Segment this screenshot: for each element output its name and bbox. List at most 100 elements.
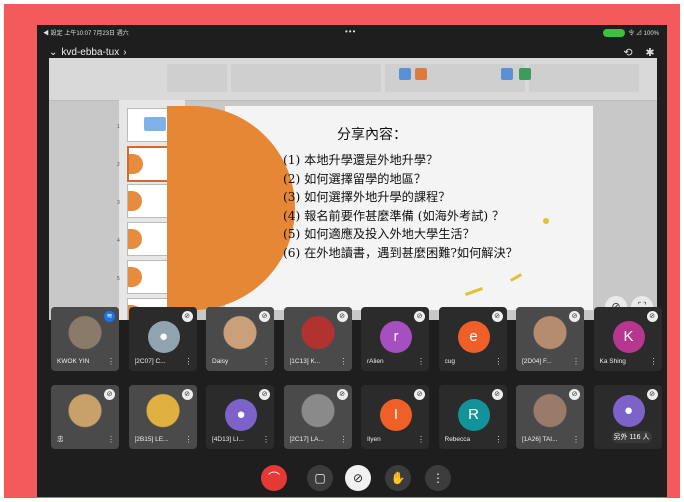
participant-tile[interactable]: KWOK YIN ⋮ ≋ (51, 307, 119, 371)
status-left: ◀ 設定 上午10:07 7月23日 週六 (43, 31, 129, 37)
slide-number: 5 (117, 276, 120, 282)
camera-off-button[interactable]: ▢ (307, 465, 333, 491)
participant-tile[interactable]: Daisy ⋮ ⊘ (206, 307, 274, 371)
participant-name: [2B15] LE... (134, 436, 169, 443)
more-participants-label[interactable]: 另外 116 人 (611, 431, 652, 443)
arrange-icon (415, 68, 427, 80)
status-bar: ◀ 設定 上午10:07 7月23日 週六 ••• 令 ⊿ 100% (37, 25, 667, 39)
participant-tile[interactable]: e cug ⋮ ⊘ (438, 307, 507, 371)
participant-tile[interactable]: ● [4D13] LI... ⋮ ⊘ (206, 385, 274, 449)
design-icon (519, 68, 531, 80)
speaking-icon: ≋ (104, 311, 115, 322)
status-right: 令 ⊿ 100% (603, 28, 659, 37)
slide-number: 1 (117, 124, 120, 130)
participant-tile[interactable]: r rAlien ⋮ ⊘ (361, 307, 429, 371)
person-icon: ● (147, 321, 180, 353)
participant-menu-icon[interactable]: ⋮ (572, 435, 580, 444)
chevron-down-icon[interactable]: ⌄ (49, 47, 57, 58)
participant-tile[interactable]: ● 另外 116 人 ⊘ (593, 385, 662, 449)
meeting-header[interactable]: ⌄ kvd-ebba-tux › (49, 47, 127, 58)
participant-name: Ka Shing (599, 358, 626, 365)
ribbon-group (167, 64, 227, 92)
mic-muted-icon: ⊘ (569, 311, 580, 322)
participant-tile[interactable]: [2B15] LE... ⋮ ⊘ (128, 385, 197, 449)
mic-muted-icon: ⊘ (259, 311, 270, 322)
participant-name: [2D04] F... (522, 358, 552, 365)
participant-name: 忠 (57, 436, 64, 443)
slide-item: (6) 在外地讀書，遇到甚麼困難?如何解決？ (283, 245, 518, 260)
participant-menu-icon[interactable]: ⋮ (185, 357, 193, 366)
participant-name: [2C07] C... (134, 358, 166, 365)
ribbon-group (231, 64, 381, 92)
participant-tile[interactable]: [1A26] TAI... ⋮ ⊘ (516, 385, 584, 449)
participant-name: Ilyen (367, 436, 381, 443)
person-icon: ● (612, 395, 645, 427)
mic-muted-icon: ⊘ (491, 389, 503, 400)
slide-item: (5) 如何適應及投入外地大學生活？ (283, 227, 475, 241)
participant-menu-icon[interactable]: ⋮ (340, 357, 348, 366)
meet-screen: ◀ 設定 上午10:07 7月23日 週六 ••• 令 ⊿ 100% ⌄ kvd… (37, 25, 667, 497)
participant-name: [4D13] LI... (212, 436, 244, 443)
participant-menu-icon[interactable]: ⋮ (107, 435, 115, 444)
participant-menu-icon[interactable]: ⋮ (417, 435, 425, 444)
participant-menu-icon[interactable]: ⋮ (572, 357, 580, 366)
participant-menu-icon[interactable]: ⋮ (495, 435, 503, 444)
slide-list: (1) 本地升學還是外地升學？ (2) 如何選擇留學的地區？ (3) 如何選擇外… (283, 150, 518, 261)
mic-muted-icon: ⊘ (646, 311, 658, 322)
participant-menu-icon[interactable]: ⋮ (107, 357, 115, 366)
slide-item: (3) 如何選擇外地升學的課程？ (283, 190, 451, 204)
participant-tile[interactable]: [2D04] F... ⋮ ⊘ (516, 307, 584, 371)
participant-tile[interactable]: [1C13] K... ⋮ ⊘ (283, 307, 352, 371)
participant-avatar: K (612, 321, 645, 353)
participant-tile[interactable]: R Rebecca ⋮ ⊘ (438, 385, 507, 449)
multitask-dots[interactable]: ••• (345, 27, 356, 36)
screenshot-frame: ◀ 設定 上午10:07 7月23日 週六 ••• 令 ⊿ 100% ⌄ kvd… (0, 0, 684, 502)
mic-off-button[interactable]: ⊘ (345, 465, 371, 491)
participant-tile[interactable]: ● [2C07] C... ⋮ ⊘ (128, 307, 197, 371)
participant-menu-icon[interactable]: ⋮ (495, 357, 503, 366)
shape-icon (399, 68, 411, 80)
pointer-mark (465, 287, 483, 296)
participant-menu-icon[interactable]: ⋮ (262, 357, 270, 366)
mic-muted-icon: ⊘ (181, 311, 193, 322)
raise-hand-button[interactable]: ✋ (385, 465, 411, 491)
pointer-mark (510, 273, 522, 282)
participant-name: [1A26] TAI... (522, 436, 558, 443)
participant-tile[interactable]: 忠 ⋮ ⊘ (51, 385, 119, 449)
slide-number: 4 (117, 238, 120, 244)
mic-muted-icon: ⊘ (336, 389, 348, 400)
end-call-button[interactable]: ⌒ (261, 465, 287, 491)
chevron-right-icon: › (123, 47, 127, 58)
mic-muted-icon: ⊘ (414, 389, 425, 400)
participant-name: [2C17] LA... (289, 436, 324, 443)
call-indicator-pill (603, 28, 626, 37)
mic-muted-icon: ⊘ (259, 389, 270, 400)
participant-menu-icon[interactable]: ⋮ (650, 357, 658, 366)
slide-item: (2) 如何選擇留學的地區？ (283, 171, 427, 186)
slide-item: (1) 本地升學還是外地升學？ (283, 153, 439, 167)
mic-muted-icon: ⊘ (569, 389, 580, 400)
participant-menu-icon[interactable]: ⋮ (185, 435, 193, 444)
mic-muted-icon: ⊘ (181, 389, 193, 400)
participant-menu-icon[interactable]: ⋮ (417, 357, 425, 366)
slide-orange-shape (167, 106, 295, 310)
ribbon-group (529, 64, 639, 92)
participant-menu-icon[interactable]: ⋮ (262, 435, 270, 444)
person-icon: ● (225, 399, 257, 431)
mic-muted-icon: ⊘ (336, 311, 348, 322)
more-options-button[interactable]: ⋮ (425, 465, 451, 491)
slide-number: 3 (117, 200, 120, 206)
participant-tile[interactable]: [2C17] LA... ⋮ ⊘ (283, 385, 352, 449)
slide-number: 2 (117, 162, 120, 168)
presentation-area[interactable]: 1 2 3 4 5 分享內容： (1) 本地升學還是外地升學？ (2) 如何選擇… (49, 58, 657, 320)
mic-muted-icon: ⊘ (491, 311, 503, 322)
participant-avatar: I (380, 399, 412, 431)
participant-name: Rebecca (444, 436, 471, 443)
participant-tile[interactable]: I Ilyen ⋮ ⊘ (361, 385, 429, 449)
pointer-mark (543, 218, 549, 224)
battery-text: 令 ⊿ 100% (628, 31, 659, 37)
participant-avatar: e (457, 321, 490, 353)
participant-name: KWOK YIN (57, 358, 90, 365)
participant-tile[interactable]: K Ka Shing ⋮ ⊘ (593, 307, 662, 371)
participant-menu-icon[interactable]: ⋮ (340, 435, 348, 444)
